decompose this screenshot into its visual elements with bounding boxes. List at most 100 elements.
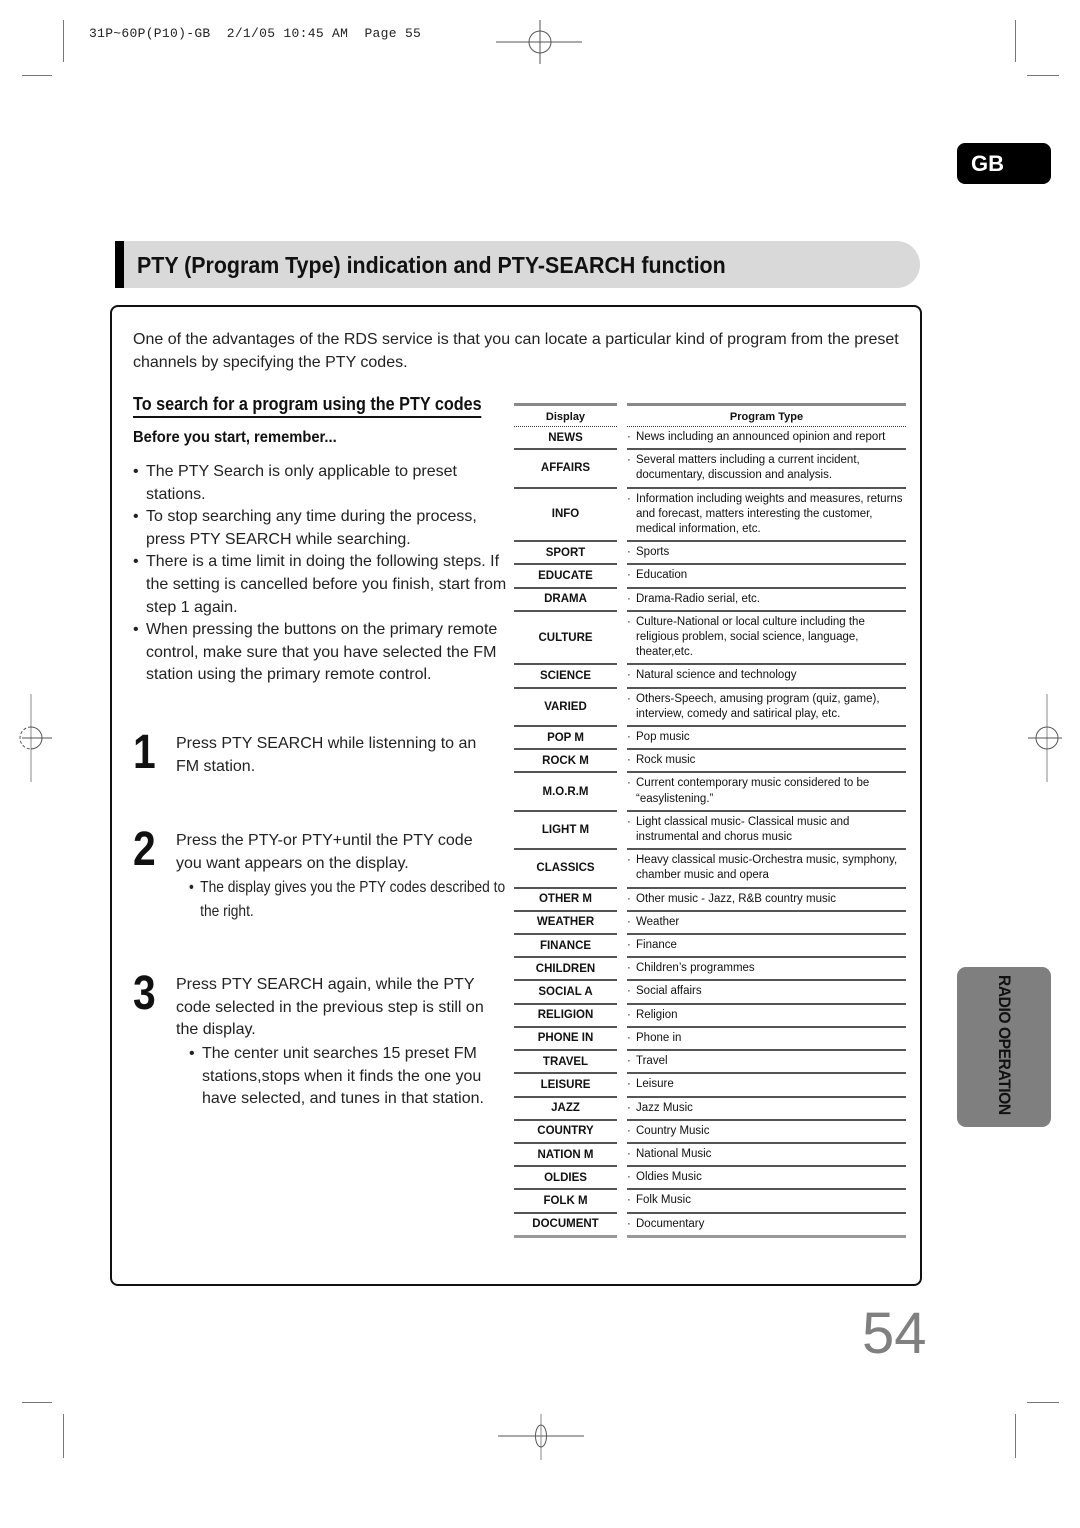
pty-description-text: Religion: [636, 1008, 678, 1021]
bullet-icon: ·: [627, 1124, 631, 1137]
table-row: COUNTRY · Country Music: [514, 1121, 906, 1144]
table-row: DOCUMENT · Documentary: [514, 1214, 906, 1238]
table-row: PHONE IN · Phone in: [514, 1028, 906, 1052]
pty-description-text: Jazz Music: [636, 1101, 693, 1114]
remember-list: • The PTY Search is only applicable to pr…: [133, 461, 508, 687]
remember-item: • The PTY Search is only applicable to pr…: [133, 461, 508, 506]
bullet-icon: ·: [627, 1171, 631, 1184]
pty-description: · Others-Speech, amusing program (quiz, g…: [627, 689, 906, 728]
table-row: CULTURE · Culture-National or local cultur…: [514, 612, 906, 666]
pty-code: LEISURE: [514, 1074, 617, 1098]
print-slug: 31P~60P(P10)-GB 2/1/05 10:45 AM Page 55: [89, 26, 422, 41]
bullet-icon: ·: [627, 1031, 631, 1044]
step-number: 2: [133, 823, 156, 876]
pty-table-header: Display Program Type: [514, 403, 906, 427]
pty-description: · Education: [627, 565, 906, 589]
page-number: 54: [862, 1301, 927, 1366]
bullet-icon: ·: [627, 615, 631, 628]
pty-description-text: Folk Music: [636, 1194, 691, 1207]
bullet-icon: ·: [627, 692, 631, 705]
bullet-icon: •: [189, 1045, 195, 1062]
bullet-icon: ·: [627, 777, 631, 790]
bullet-icon: ·: [627, 1078, 631, 1091]
table-row: NATION M · National Music: [514, 1144, 906, 1168]
table-row: SOCIAL A · Social affairs: [514, 981, 906, 1005]
bullet-icon: ·: [627, 669, 631, 682]
pty-code: TRAVEL: [514, 1051, 617, 1075]
bullet-icon: ·: [627, 1055, 631, 1068]
table-row: DRAMA · Drama-Radio serial, etc.: [514, 589, 906, 612]
bullet-icon: ·: [627, 731, 631, 744]
table-row: FINANCE · Finance: [514, 935, 906, 959]
pty-description-text: Children’s programmes: [636, 962, 755, 975]
remember-item-text: To stop searching any time during the pr…: [146, 508, 477, 548]
pty-description: · Sports: [627, 542, 906, 566]
pty-description-text: Pop music: [636, 731, 690, 744]
pty-description: · Folk Music: [627, 1190, 906, 1214]
table-row: FOLK M · Folk Music: [514, 1190, 906, 1214]
bullet-icon: •: [133, 463, 139, 480]
pty-description: · Country Music: [627, 1121, 906, 1144]
pty-description: · Social affairs: [627, 981, 906, 1005]
remember-item-text: The PTY Search is only applicable to pre…: [146, 463, 457, 503]
registration-mark-icon: [19, 694, 52, 782]
table-row: TRAVEL · Travel: [514, 1051, 906, 1075]
bullet-icon: ·: [627, 431, 631, 443]
bullet-icon: ·: [627, 854, 631, 867]
section-side-tab: RADIO OPERATION: [957, 967, 1051, 1127]
pty-code: ROCK M: [514, 750, 617, 774]
pty-code: CLASSICS: [514, 850, 617, 889]
pty-code: SCIENCE: [514, 665, 617, 689]
pty-description-text: Current contemporary music considered to…: [636, 777, 870, 805]
crop-mark: [63, 20, 64, 62]
pty-description: · Rock music: [627, 750, 906, 774]
pty-code: NEWS: [514, 427, 617, 451]
pty-code: EDUCATE: [514, 565, 617, 589]
pty-description-text: Social affairs: [636, 985, 702, 998]
table-row: RELIGION · Religion: [514, 1005, 906, 1028]
step-note: • The display gives you the PTY codes des…: [189, 876, 515, 924]
pty-description-text: Others-Speech, amusing program (quiz, ga…: [636, 692, 880, 720]
pty-description-text: Information including weights and measur…: [636, 492, 903, 536]
page-title-bar: PTY (Program Type) indication and PTY-SE…: [115, 241, 920, 288]
table-row: LEISURE · Leisure: [514, 1074, 906, 1098]
pty-code: LIGHT M: [514, 812, 617, 851]
step-number: 1: [133, 726, 156, 779]
pty-code: VARIED: [514, 689, 617, 728]
column-header-program-type: Program Type: [627, 403, 906, 428]
pty-code: POP M: [514, 727, 617, 751]
pty-description-text: Drama-Radio serial, etc.: [636, 592, 760, 605]
pty-description-text: Documentary: [636, 1217, 705, 1230]
step-note-text: The center unit searches 15 preset FM st…: [202, 1045, 484, 1108]
pty-description: · Natural science and technology: [627, 665, 906, 689]
table-row: JAZZ · Jazz Music: [514, 1098, 906, 1121]
page-title: PTY (Program Type) indication and PTY-SE…: [137, 252, 726, 278]
remember-item-text: When pressing the buttons on the primary…: [146, 621, 498, 684]
remember-item-text: There is a time limit in doing the follo…: [146, 553, 507, 616]
remember-item: • When pressing the buttons on the primar…: [133, 619, 508, 687]
pty-description-text: Weather: [636, 915, 680, 928]
pty-code: OLDIES: [514, 1167, 617, 1191]
pty-description-text: Culture-National or local culture includ…: [636, 615, 865, 659]
bullet-icon: ·: [627, 815, 631, 828]
table-row: OTHER M · Other music - Jazz, R&B country …: [514, 889, 906, 912]
bullet-icon: ·: [627, 754, 631, 767]
table-row: CLASSICS · Heavy classical music-Orchestra…: [514, 850, 906, 889]
pty-description: · Finance: [627, 935, 906, 959]
step-text: Press the PTY-or PTY+until the PTY code …: [176, 832, 473, 872]
pty-description-text: Leisure: [636, 1078, 674, 1091]
remember-item: • There is a time limit in doing the foll…: [133, 551, 508, 619]
pty-description: · Heavy classical music-Orchestra music, …: [627, 850, 906, 889]
pty-description-text: Several matters including a current inci…: [636, 454, 860, 482]
pty-description-text: Rock music: [636, 754, 696, 767]
pty-code-table: Display Program Type NEWS · News including…: [514, 403, 906, 1238]
pty-description-text: National Music: [636, 1147, 712, 1160]
pty-description-text: Oldies Music: [636, 1171, 702, 1184]
pty-description: · Oldies Music: [627, 1167, 906, 1191]
table-row: WEATHER · Weather: [514, 912, 906, 936]
table-row: INFO · Information including weights and …: [514, 489, 906, 543]
registration-mark-icon: [496, 20, 582, 64]
table-row: LIGHT M · Light classical music- Classical…: [514, 812, 906, 851]
table-row: SPORT · Sports: [514, 542, 906, 566]
pty-description: · Leisure: [627, 1074, 906, 1098]
